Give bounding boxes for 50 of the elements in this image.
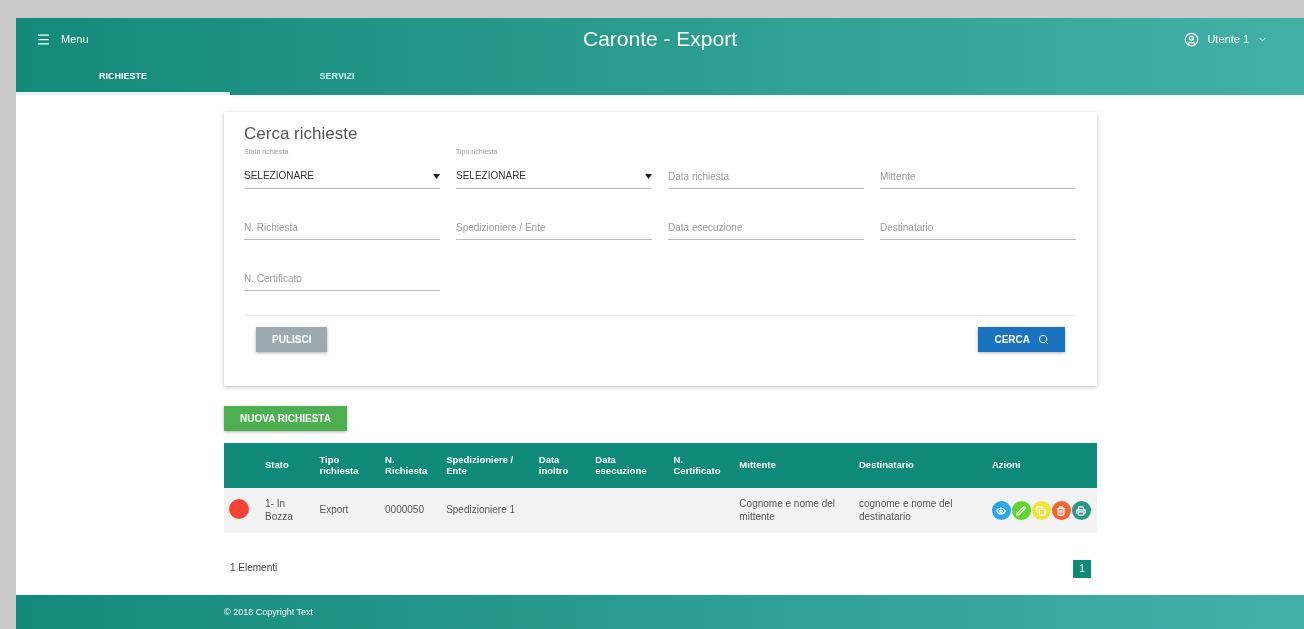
- print-button[interactable]: [1071, 501, 1091, 520]
- table-cell: 1- In Bozza: [265, 498, 293, 522]
- user-icon: [1184, 31, 1200, 47]
- input-field[interactable]: Destinatario: [880, 199, 1076, 240]
- input-field[interactable]: Data esecuzione: [668, 199, 864, 240]
- edit-button[interactable]: [1011, 501, 1031, 520]
- pencil-icon: [1016, 505, 1027, 516]
- item-count: 1 Elementi: [230, 562, 278, 574]
- nav-tab[interactable]: RICHIESTE: [16, 60, 230, 95]
- eye-icon: [996, 505, 1007, 516]
- column-header: Destinatario: [854, 443, 987, 488]
- menu-icon: [36, 31, 51, 47]
- column-header: N. Certificato: [668, 443, 735, 488]
- input-field[interactable]: Mittente: [880, 148, 1076, 189]
- copy-icon: [1036, 505, 1047, 516]
- page-button[interactable]: 1: [1073, 559, 1091, 578]
- column-header: Stato: [260, 443, 315, 488]
- input-field[interactable]: N. Richiesta: [244, 199, 440, 240]
- clear-button[interactable]: PULISCI: [256, 327, 328, 352]
- printer-icon: [1076, 505, 1087, 516]
- column-header: Data inoltro: [533, 443, 591, 488]
- user-menu-button[interactable]: Utente 1: [1184, 31, 1284, 47]
- view-button[interactable]: [991, 501, 1011, 520]
- table-cell: 0000050: [385, 504, 424, 516]
- table-cell: cognome e nome del destinatario: [859, 498, 953, 522]
- caret-icon: [645, 174, 652, 179]
- input-field[interactable]: N. Certificato: [244, 250, 440, 291]
- column-header: Tipo richiesta: [314, 443, 380, 488]
- new-request-button[interactable]: NUOVA RICHIESTA: [224, 406, 347, 431]
- trash-icon: [1056, 505, 1067, 516]
- search-icon: [1038, 334, 1049, 345]
- column-header: Data esecuzione: [590, 443, 669, 488]
- copy-button[interactable]: [1031, 501, 1051, 520]
- delete-button[interactable]: [1051, 501, 1071, 520]
- table-cell: Spedizioniere 1: [446, 504, 516, 516]
- column-header: Mittente: [734, 443, 854, 488]
- nav-tab[interactable]: SERVIZI: [230, 60, 444, 95]
- table-cell: Cognome e nome del mittente: [739, 498, 835, 522]
- caret-icon: [433, 174, 440, 179]
- menu-button[interactable]: Menu: [36, 31, 89, 47]
- column-header: N. Richiesta: [380, 443, 442, 488]
- app-title: Caronte - Export: [582, 27, 738, 51]
- card-title: Cerca richieste: [244, 124, 359, 144]
- column-header: Azioni: [986, 443, 1097, 488]
- input-field[interactable]: Spedizioniere / Ente: [456, 199, 652, 240]
- search-button[interactable]: CERCA: [978, 327, 1065, 352]
- input-field[interactable]: Data richiesta: [668, 148, 864, 189]
- column-header: Spedizioniere / Ente: [441, 443, 534, 488]
- copyright-text: © 2018 Copyright Text: [224, 607, 313, 617]
- table-cell: Export: [319, 504, 349, 516]
